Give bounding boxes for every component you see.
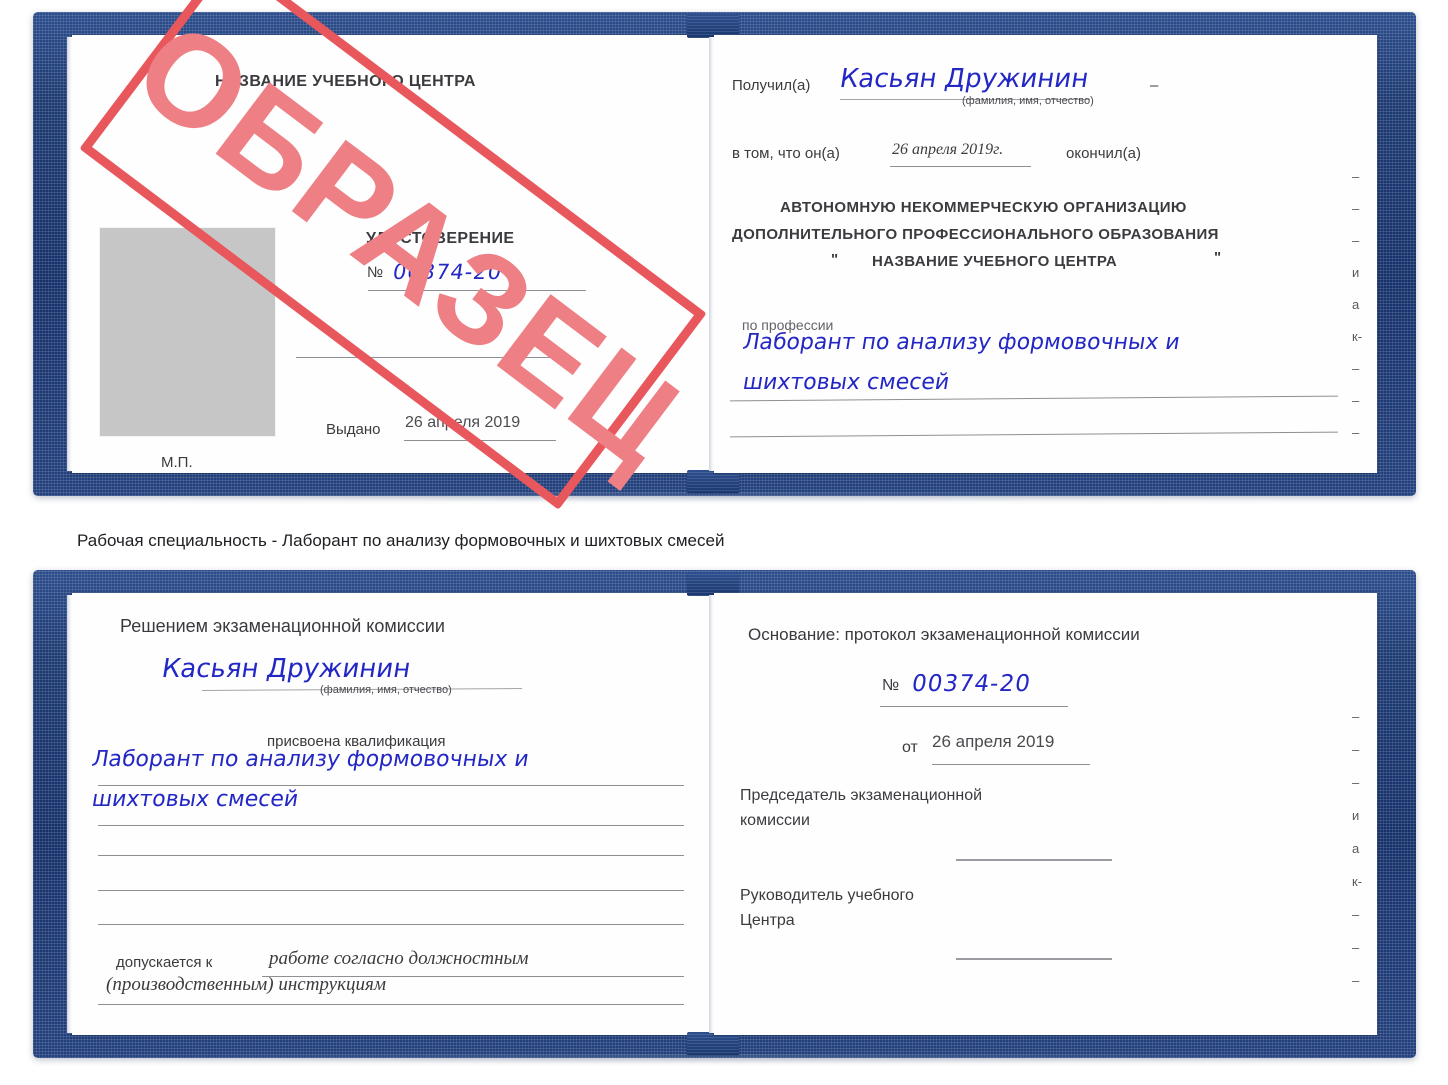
certificate-top-left-page: НАЗВАНИЕ УЧЕБНОГО ЦЕНТРА М.П. УДОСТОВЕРЕ… — [67, 35, 712, 473]
top-right-profession-line1: Лаборант по анализу формовочных и — [741, 330, 1182, 355]
bottom-right-number-symbol: № — [882, 677, 900, 694]
bottom-right-number-rule — [880, 706, 1068, 707]
photo-placeholder — [100, 228, 275, 436]
edge-glyph: – — [1352, 907, 1360, 922]
bottom-left-name-value: Касьян Дружинин — [159, 654, 413, 684]
certificate-bottom-spine-tab-lower — [687, 1032, 739, 1056]
top-right-edge-glyphs: – – – и а к- – – – — [1352, 170, 1362, 458]
bottom-right-head-signature-rule — [956, 958, 1112, 960]
top-left-number-rule — [368, 290, 586, 291]
top-right-profession-rule1 — [730, 395, 1338, 402]
bottom-right-chair-line2: комиссии — [740, 812, 810, 829]
bottom-left-qualification-line1: Лаборант по анализу формовочных и — [90, 747, 531, 772]
top-left-number-value: 00374-20 — [391, 260, 505, 284]
edge-glyph: – — [1352, 393, 1360, 408]
top-left-doc-title: УДОСТОВЕРЕНИЕ — [366, 230, 515, 247]
bottom-left-admitted-line2: (производственным) инструкциям — [106, 974, 386, 995]
bottom-right-from-value: 26 апреля 2019 — [932, 732, 1055, 751]
top-right-profession-line2: шихтовых смесей — [741, 370, 952, 395]
top-right-date-rule — [890, 166, 1031, 167]
bottom-left-admitted-rule2 — [98, 1004, 684, 1005]
top-right-inthat-label: в том, что он(а) — [732, 145, 840, 162]
page-caption: Рабочая специальность - Лаборант по анал… — [77, 531, 725, 550]
top-left-issued-value: 26 апреля 2019 — [405, 414, 521, 431]
top-right-org-line2: ДОПОЛНИТЕЛЬНОГО ПРОФЕССИОНАЛЬНОГО ОБРАЗО… — [732, 226, 1219, 243]
edge-glyph: – — [1352, 742, 1360, 757]
edge-glyph: – — [1352, 709, 1360, 724]
certificate-top-spine-tab-lower — [687, 470, 739, 494]
bottom-right-chair-line1: Председатель экзаменационной — [740, 787, 983, 804]
bottom-left-qual-rule2 — [98, 825, 684, 826]
bottom-right-head-line2: Центра — [740, 912, 795, 929]
bottom-right-head-line1: Руководитель учебного — [740, 887, 914, 904]
edge-glyph: – — [1352, 973, 1360, 988]
edge-glyph: а — [1352, 841, 1360, 856]
screenshot-root: НАЗВАНИЕ УЧЕБНОГО ЦЕНТРА М.П. УДОСТОВЕРЕ… — [0, 0, 1448, 1085]
bottom-left-blank-rule2 — [98, 890, 684, 891]
top-left-blank-rule — [296, 357, 560, 358]
bottom-left-admitted-line1: работе согласно должностным — [269, 948, 529, 969]
top-left-seal-label: М.П. — [161, 454, 193, 471]
top-right-profession-rule2 — [730, 431, 1338, 438]
top-left-org-title: НАЗВАНИЕ УЧЕБНОГО ЦЕНТРА — [215, 73, 476, 90]
certificate-top-right-page: Получил(а) Касьян Дружинин (фамилия, имя… — [709, 35, 1377, 473]
top-right-received-value: Касьян Дружинин — [837, 64, 1091, 94]
top-right-org-quote-close: " — [1214, 249, 1222, 266]
top-right-org-line3: НАЗВАНИЕ УЧЕБНОГО ЦЕНТРА — [872, 253, 1118, 270]
edge-glyph: и — [1352, 265, 1360, 280]
edge-glyph: – — [1352, 169, 1360, 184]
bottom-left-qual-rule1 — [98, 785, 684, 786]
bottom-left-decision-title: Решением экзаменационной комиссии — [120, 616, 445, 636]
bottom-left-qualification-line2: шихтовых смесей — [90, 787, 301, 812]
top-right-org-quote-open: " — [831, 251, 839, 268]
top-left-issued-label: Выдано — [326, 421, 381, 438]
top-right-received-hint: (фамилия, имя, отчество) — [962, 95, 1094, 107]
certificate-bottom-left-page: Решением экзаменационной комиссии Касьян… — [67, 593, 712, 1035]
edge-glyph: – — [1352, 940, 1360, 955]
edge-glyph: а — [1352, 297, 1360, 312]
bottom-left-admitted-label: допускается к — [116, 954, 213, 971]
top-right-org-line1: АВТОНОМНУЮ НЕКОММЕРЧЕСКУЮ ОРГАНИЗАЦИЮ — [780, 199, 1187, 216]
edge-glyph: – — [1352, 361, 1360, 376]
bottom-right-edge-glyphs: – – – и а к- – – – — [1352, 710, 1362, 1007]
top-right-dash: – — [1150, 77, 1159, 94]
bottom-right-number-value: 00374-20 — [909, 671, 1033, 697]
bottom-right-from-rule — [932, 764, 1090, 765]
edge-glyph: – — [1352, 233, 1360, 248]
edge-glyph: – — [1352, 775, 1360, 790]
bottom-right-basis-label: Основание: протокол экзаменационной коми… — [748, 625, 1140, 644]
top-right-received-label: Получил(а) — [732, 77, 811, 94]
top-right-finished-label: окончил(а) — [1066, 145, 1141, 162]
top-left-issued-rule — [404, 440, 556, 441]
bottom-left-name-hint: (фамилия, имя, отчество) — [320, 684, 452, 696]
bottom-left-blank-rule1 — [98, 855, 684, 856]
edge-glyph: к- — [1352, 329, 1363, 344]
edge-glyph: к- — [1352, 874, 1363, 889]
edge-glyph: – — [1352, 201, 1360, 216]
edge-glyph: – — [1352, 425, 1360, 440]
bottom-right-from-label: от — [902, 739, 918, 756]
bottom-left-blank-rule3 — [98, 924, 684, 925]
edge-glyph: и — [1352, 808, 1360, 823]
top-left-number-symbol: № — [367, 264, 384, 281]
top-right-completed-date: 26 апреля 2019г. — [892, 141, 1004, 158]
bottom-right-chair-signature-rule — [956, 859, 1112, 861]
certificate-bottom-right-page: Основание: протокол экзаменационной коми… — [709, 593, 1377, 1035]
